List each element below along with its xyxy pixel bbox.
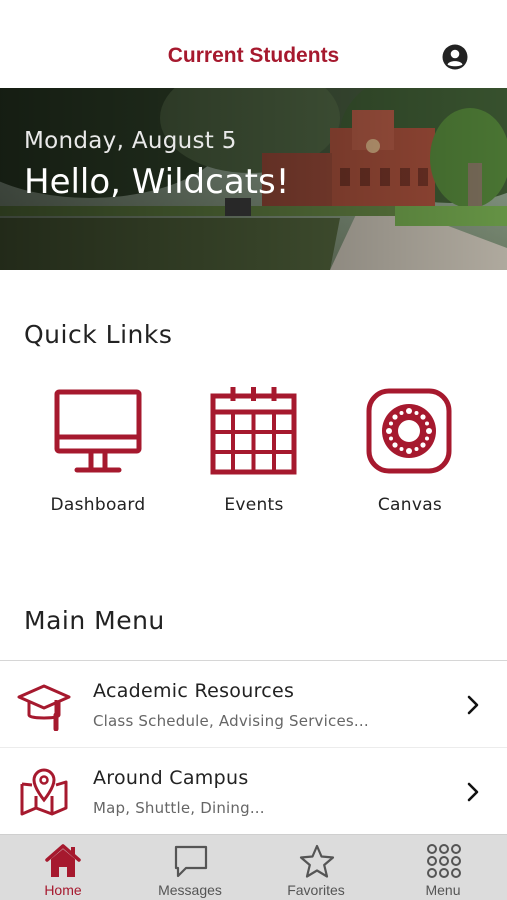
profile-icon[interactable] — [442, 44, 468, 70]
menu-item-around-campus[interactable]: Around Campus Map, Shuttle, Dining... — [0, 748, 507, 836]
bottom-tab-bar: Home Messages Favorites Menu — [0, 834, 507, 900]
tab-label: Menu — [425, 882, 461, 898]
chevron-right-icon — [467, 782, 479, 802]
graduation-cap-icon — [17, 684, 71, 731]
tab-label: Favorites — [287, 882, 345, 898]
menu-item-title: Academic Resources — [93, 680, 295, 702]
hero-date: Monday, August 5 — [24, 128, 237, 154]
app-header: Current Students — [0, 0, 507, 88]
quick-link-events[interactable]: Events — [176, 385, 332, 515]
grid-icon — [427, 844, 461, 878]
map-icon — [20, 768, 68, 816]
quick-link-label: Events — [224, 495, 284, 515]
tab-menu[interactable]: Menu — [380, 835, 506, 900]
tab-label: Home — [44, 882, 82, 898]
menu-item-subtitle: Class Schedule, Advising Services... — [93, 712, 369, 730]
quick-link-canvas[interactable]: Canvas — [332, 385, 488, 515]
calendar-icon — [210, 387, 297, 475]
home-icon — [45, 844, 81, 877]
tab-label: Messages — [158, 882, 222, 898]
menu-item-title: Around Campus — [93, 767, 249, 789]
tab-home[interactable]: Home — [0, 835, 126, 900]
chat-icon — [174, 845, 208, 878]
quick-link-label: Canvas — [377, 495, 443, 515]
monitor-icon — [54, 389, 142, 473]
quick-link-dashboard[interactable]: Dashboard — [20, 385, 176, 515]
tab-messages[interactable]: Messages — [127, 835, 253, 900]
quick-links-title: Quick Links — [24, 320, 173, 349]
page-title: Current Students — [167, 44, 340, 67]
star-icon — [299, 844, 335, 878]
canvas-icon — [366, 388, 452, 474]
menu-item-subtitle: Map, Shuttle, Dining... — [93, 799, 265, 817]
tab-favorites[interactable]: Favorites — [253, 835, 379, 900]
hero-banner: Monday, August 5 Hello, Wildcats! — [0, 88, 507, 270]
main-menu-title: Main Menu — [24, 606, 165, 635]
hero-greeting: Hello, Wildcats! — [24, 162, 290, 202]
menu-item-academic-resources[interactable]: Academic Resources Class Schedule, Advis… — [0, 660, 507, 748]
quick-link-label: Dashboard — [50, 495, 146, 515]
chevron-right-icon — [467, 695, 479, 715]
